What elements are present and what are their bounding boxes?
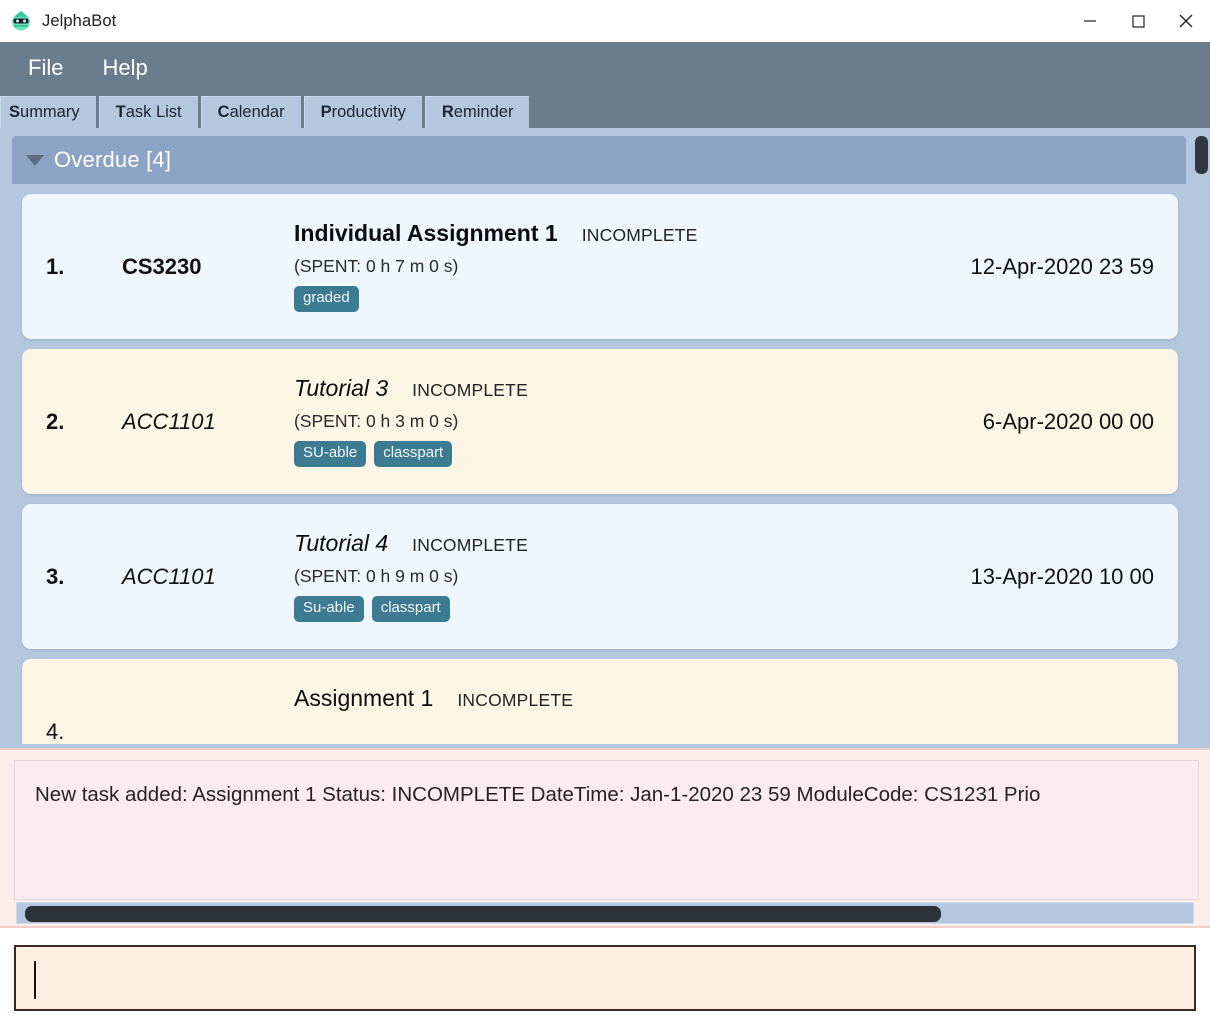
result-text-area[interactable]: New task added: Assignment 1 Status: INC… bbox=[14, 760, 1199, 900]
tab-strip: Summary Task List Calendar Productivity … bbox=[0, 94, 1210, 128]
chevron-down-icon[interactable] bbox=[26, 154, 44, 166]
tab-summary-label: ummary bbox=[20, 103, 80, 121]
overdue-section-header[interactable]: Overdue [4] bbox=[12, 136, 1186, 184]
tab-calendar[interactable]: Calendar bbox=[200, 96, 301, 128]
task-index: 1. bbox=[46, 253, 65, 279]
tab-reminder-label: eminder bbox=[453, 103, 514, 121]
horizontal-scrollbar[interactable] bbox=[16, 902, 1194, 924]
close-icon[interactable] bbox=[1162, 0, 1210, 42]
tab-calendar-label: alendar bbox=[229, 103, 285, 121]
tab-task-list-label: ask List bbox=[125, 103, 182, 121]
task-tag: classpart bbox=[374, 441, 453, 467]
command-input-box[interactable] bbox=[14, 945, 1196, 1011]
overdue-section-title: Overdue [4] bbox=[54, 147, 172, 172]
task-module-code: ACC1101 bbox=[122, 408, 216, 434]
task-status: INCOMPLETE bbox=[581, 225, 698, 245]
task-card[interactable]: 3. ACC1101 Tutorial 4 INCOMPLETE (SPENT: 0 h… bbox=[22, 504, 1178, 649]
tab-task-list-mnemonic: T bbox=[115, 103, 126, 121]
task-due-date: 12-Apr-2020 23 59 bbox=[970, 253, 1154, 279]
task-index: 3. bbox=[46, 563, 65, 589]
task-due-date: 6-Apr-2020 00 00 bbox=[982, 408, 1154, 434]
task-details: Assignment 1 INCOMPLETE bbox=[294, 685, 1158, 712]
vertical-scrollbar-thumb[interactable] bbox=[1195, 136, 1208, 174]
task-index: 2. bbox=[46, 408, 65, 434]
tab-reminder[interactable]: Reminder bbox=[424, 96, 530, 128]
tab-task-list[interactable]: Task List bbox=[98, 96, 198, 128]
app-robot-icon bbox=[9, 9, 33, 33]
task-name: Tutorial 3 bbox=[294, 375, 389, 401]
tab-productivity-mnemonic: P bbox=[320, 103, 332, 121]
horizontal-scrollbar-thumb[interactable] bbox=[25, 906, 941, 922]
tab-calendar-mnemonic: C bbox=[217, 103, 230, 121]
task-module-code: CS3230 bbox=[122, 253, 202, 279]
tab-summary-mnemonic: S bbox=[9, 103, 21, 121]
menu-bar: File Help bbox=[0, 42, 1210, 94]
task-card[interactable]: 1. CS3230 Individual Assignment 1 INCOMPLET… bbox=[22, 194, 1178, 339]
task-status: INCOMPLETE bbox=[412, 380, 528, 400]
minimize-icon[interactable] bbox=[1066, 0, 1114, 42]
result-message: New task added: Assignment 1 Status: INC… bbox=[35, 783, 1041, 806]
vertical-scrollbar[interactable] bbox=[1192, 128, 1210, 748]
maximize-icon[interactable] bbox=[1114, 0, 1162, 42]
tab-productivity[interactable]: Productivity bbox=[303, 96, 422, 128]
task-tag: Su-able bbox=[294, 596, 364, 622]
result-display-panel: New task added: Assignment 1 Status: INC… bbox=[0, 748, 1210, 928]
tab-reminder-mnemonic: R bbox=[441, 103, 454, 121]
task-status: INCOMPLETE bbox=[412, 535, 528, 555]
task-module-code: ACC1101 bbox=[122, 563, 216, 589]
task-status: INCOMPLETE bbox=[457, 690, 574, 710]
task-name: Tutorial 4 bbox=[294, 530, 389, 556]
tab-productivity-label: roductivity bbox=[331, 103, 406, 121]
task-card[interactable]: 2. ACC1101 Tutorial 3 INCOMPLETE (SPENT: 0 h… bbox=[22, 349, 1178, 494]
application-window: JelphaBot File Help Summary Task List Ca… bbox=[0, 0, 1210, 1025]
task-module-code bbox=[122, 659, 302, 744]
menu-item-help[interactable]: Help bbox=[88, 53, 161, 83]
summary-panel: Overdue [4] 1. CS3230 Individual Assignmen… bbox=[0, 128, 1210, 748]
task-name: Individual Assignment 1 bbox=[294, 220, 558, 246]
task-tag: SU-able bbox=[294, 441, 367, 467]
task-tag: graded bbox=[294, 286, 359, 312]
title-bar: JelphaBot bbox=[0, 0, 1210, 43]
task-card[interactable]: 4. Assignment 1 INCOMPLETE bbox=[22, 659, 1178, 744]
task-due-date: 13-Apr-2020 10 00 bbox=[970, 563, 1154, 589]
task-index: 4. bbox=[46, 718, 65, 744]
tab-summary[interactable]: Summary bbox=[0, 96, 96, 128]
window-title: JelphaBot bbox=[42, 11, 117, 30]
menu-item-file[interactable]: File bbox=[14, 53, 77, 83]
task-card-list: 1. CS3230 Individual Assignment 1 INCOMPLET… bbox=[12, 184, 1186, 744]
window-controls bbox=[1066, 0, 1210, 42]
text-cursor bbox=[34, 961, 36, 999]
task-name: Assignment 1 bbox=[294, 685, 434, 711]
task-tag: classpart bbox=[371, 596, 450, 622]
